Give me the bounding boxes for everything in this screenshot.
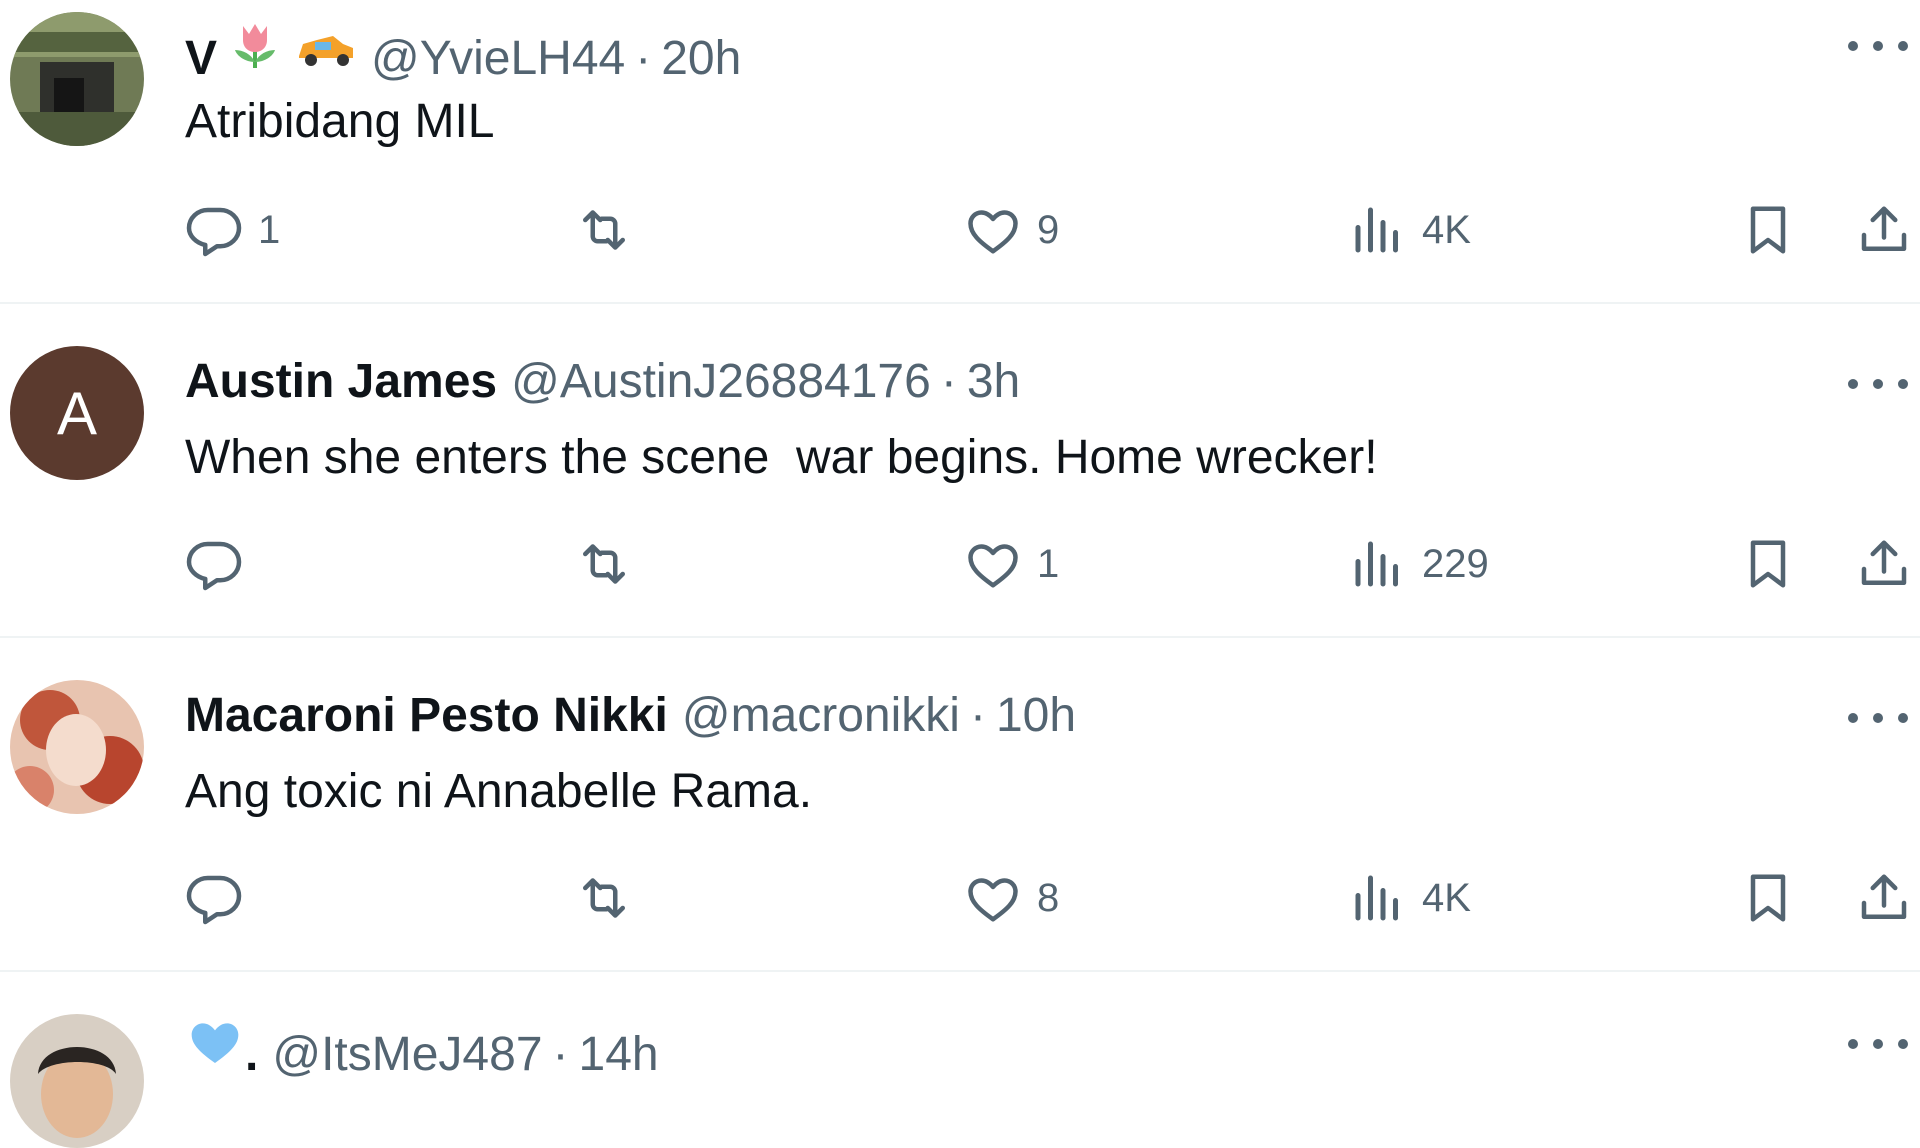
reply-feed: V @YvieLH44 · 20h Atribidang MIL 1 9 4K …: [0, 0, 1920, 1148]
reply-icon: [186, 875, 242, 925]
like-count: 9: [1037, 207, 1060, 252]
avatar-photo: [10, 1014, 144, 1148]
timestamp[interactable]: 3h: [967, 354, 1020, 410]
more-options-icon[interactable]: [1848, 374, 1908, 394]
retweet-button[interactable]: [574, 534, 648, 594]
avatar-photo: [10, 12, 144, 146]
bookmark-button[interactable]: [1738, 868, 1798, 928]
user-handle[interactable]: @YvieLH44: [371, 31, 625, 87]
retweet-icon: [583, 544, 625, 584]
avatar[interactable]: [10, 680, 144, 814]
more-options-icon[interactable]: [1848, 708, 1908, 728]
avatar[interactable]: A: [10, 346, 144, 480]
bookmark-button[interactable]: [1738, 534, 1798, 594]
separator-dot: ·: [552, 1028, 569, 1081]
like-count: 8: [1037, 875, 1060, 920]
tweet-actions: 1 9 4K: [0, 200, 1920, 260]
reply-icon: [186, 207, 242, 257]
avatar[interactable]: [10, 1014, 144, 1148]
share-button[interactable]: [1854, 534, 1914, 594]
views-button[interactable]: 4K: [1348, 200, 1471, 260]
timestamp[interactable]: 10h: [996, 688, 1076, 744]
separator-dot: ·: [940, 355, 957, 408]
share-icon: [1861, 206, 1907, 251]
like-button[interactable]: 1: [963, 534, 1059, 594]
user-handle[interactable]: @AustinJ26884176: [511, 354, 931, 410]
retweet-button[interactable]: [574, 200, 648, 260]
share-icon: [1861, 874, 1907, 919]
timestamp[interactable]: 20h: [661, 31, 741, 87]
separator-dot: ·: [635, 32, 652, 85]
reply-button[interactable]: 1: [184, 200, 280, 260]
tweet-header: Austin James @AustinJ26884176 · 3h: [185, 354, 1020, 410]
bookmark-icon: [1750, 206, 1786, 254]
reply-count: 1: [258, 207, 281, 252]
views-icon: [1355, 207, 1398, 253]
tweet[interactable]: A Austin James @AustinJ26884176 · 3h Whe…: [0, 304, 1920, 638]
retweet-icon: [583, 210, 625, 250]
bookmark-icon: [1750, 874, 1786, 922]
user-handle[interactable]: @macronikki: [682, 688, 960, 744]
avatar[interactable]: [10, 12, 144, 146]
display-name[interactable]: .: [245, 1027, 258, 1083]
tweet[interactable]: V @YvieLH44 · 20h Atribidang MIL 1 9 4K: [0, 0, 1920, 304]
tweet-actions: 1 229: [0, 534, 1920, 594]
separator-dot: ·: [969, 689, 986, 742]
view-count: 229: [1422, 541, 1489, 586]
reply-button[interactable]: [184, 534, 258, 594]
tweet-text: Ang toxic ni Annabelle Rama.: [185, 765, 813, 818]
reply-icon: [186, 541, 242, 591]
timestamp[interactable]: 14h: [579, 1027, 659, 1083]
like-button[interactable]: 8: [963, 868, 1059, 928]
avatar-letter: A: [56, 379, 98, 447]
retweet-icon: [583, 878, 625, 918]
tweet-text: When she enters the scene war begins. Ho…: [185, 431, 1378, 484]
like-button[interactable]: 9: [963, 200, 1059, 260]
share-button[interactable]: [1854, 200, 1914, 260]
tweet-header: . @ItsMeJ487 · 14h: [185, 1014, 659, 1083]
view-count: 4K: [1422, 875, 1471, 920]
views-icon: [1355, 541, 1398, 587]
views-icon: [1355, 875, 1398, 921]
view-count: 4K: [1422, 207, 1471, 252]
share-icon: [1861, 540, 1907, 585]
more-options-icon[interactable]: [1848, 1034, 1908, 1054]
views-button[interactable]: 4K: [1348, 868, 1471, 928]
tweet-header: Macaroni Pesto Nikki @macronikki · 10h: [185, 688, 1076, 744]
more-options-icon[interactable]: [1848, 36, 1908, 56]
user-handle[interactable]: @ItsMeJ487: [272, 1027, 542, 1083]
tweet-text: Atribidang MIL: [185, 95, 495, 148]
like-count: 1: [1037, 541, 1060, 586]
tweet[interactable]: Macaroni Pesto Nikki @macronikki · 10h A…: [0, 638, 1920, 972]
race-car-emoji: [293, 18, 357, 87]
avatar-photo: [10, 680, 144, 814]
tweet-header: V @YvieLH44 · 20h: [185, 18, 741, 87]
heart-icon: [968, 544, 1018, 588]
heart-icon: [968, 878, 1018, 922]
display-name[interactable]: Austin James: [185, 354, 497, 410]
display-name[interactable]: V: [185, 31, 217, 87]
bookmark-button[interactable]: [1738, 200, 1798, 260]
share-button[interactable]: [1854, 868, 1914, 928]
retweet-button[interactable]: [574, 868, 648, 928]
heart-icon: [968, 210, 1018, 254]
display-name[interactable]: Macaroni Pesto Nikki: [185, 688, 668, 744]
tweet-actions: 8 4K: [0, 868, 1920, 928]
reply-button[interactable]: [184, 868, 258, 928]
views-button[interactable]: 229: [1348, 534, 1489, 594]
bookmark-icon: [1750, 540, 1786, 588]
blue-heart-emoji: [185, 1014, 245, 1083]
tulip-emoji: [227, 18, 283, 87]
tweet[interactable]: . @ItsMeJ487 · 14h: [0, 972, 1920, 1148]
